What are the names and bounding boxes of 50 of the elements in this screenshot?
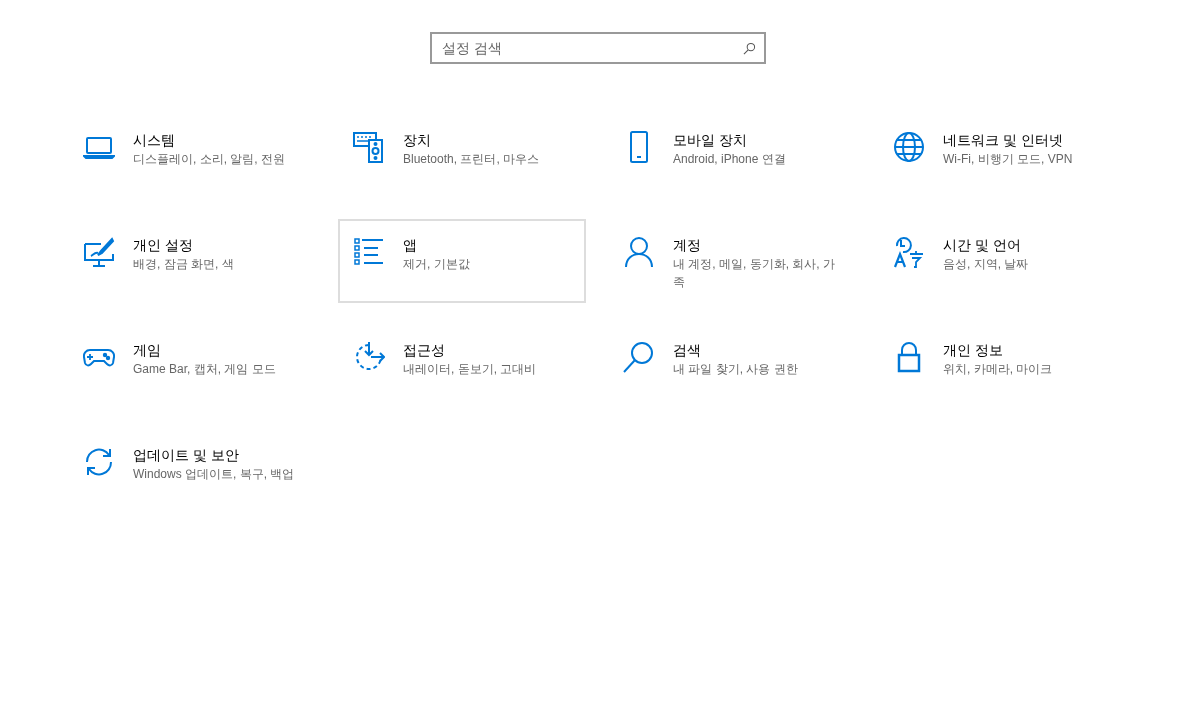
category-title: 검색 bbox=[673, 341, 701, 360]
search-icon bbox=[623, 341, 655, 373]
category-description: 내레이터, 돋보기, 고대비 bbox=[403, 361, 537, 378]
category-title: 앱 bbox=[403, 236, 417, 255]
category-description: 제거, 기본값 bbox=[403, 256, 470, 273]
category-tile[interactable]: 앱 제거, 기본값 bbox=[338, 219, 586, 303]
category-description: Windows 업데이트, 복구, 백업 bbox=[133, 466, 295, 483]
category-tile[interactable]: 업데이트 및 보안 Windows 업데이트, 복구, 백업 bbox=[68, 429, 316, 513]
category-description: 내 계정, 메일, 동기화, 회사, 가족 bbox=[673, 256, 836, 291]
category-title: 접근성 bbox=[403, 341, 445, 360]
category-title: 장치 bbox=[403, 131, 431, 150]
category-tile[interactable]: 시스템 디스플레이, 소리, 알림, 전원 bbox=[68, 114, 316, 198]
dashed-circle-arrow-icon bbox=[353, 341, 385, 373]
category-description: Game Bar, 캡처, 게임 모드 bbox=[133, 361, 276, 378]
category-description: 배경, 잠금 화면, 색 bbox=[133, 256, 234, 273]
category-title: 업데이트 및 보안 bbox=[133, 446, 239, 465]
person-icon bbox=[623, 236, 655, 268]
search-icon bbox=[743, 42, 756, 55]
category-description: Android, iPhone 연결 bbox=[673, 151, 786, 168]
category-tile[interactable]: 계정 내 계정, 메일, 동기화, 회사, 가족 bbox=[608, 219, 856, 303]
category-description: 위치, 카메라, 마이크 bbox=[943, 361, 1053, 378]
category-description: Wi-Fi, 비행기 모드, VPN bbox=[943, 151, 1073, 168]
category-title: 개인 설정 bbox=[133, 236, 193, 255]
category-title: 모바일 장치 bbox=[673, 131, 747, 150]
keyboard-speaker-icon bbox=[353, 131, 385, 163]
category-title: 네트워크 및 인터넷 bbox=[943, 131, 1063, 150]
category-description: Bluetooth, 프린터, 마우스 bbox=[403, 151, 540, 168]
category-title: 계정 bbox=[673, 236, 701, 255]
search-field[interactable]: 설정 검색 bbox=[430, 32, 766, 64]
category-tile[interactable]: 네트워크 및 인터넷 Wi-Fi, 비행기 모드, VPN bbox=[878, 114, 1126, 198]
clock-letter-icon bbox=[893, 236, 925, 268]
category-tile[interactable]: 접근성 내레이터, 돋보기, 고대비 bbox=[338, 324, 586, 408]
monitor-pen-icon bbox=[83, 236, 115, 268]
category-title: 게임 bbox=[133, 341, 161, 360]
category-title: 시간 및 언어 bbox=[943, 236, 1021, 255]
category-description: 내 파일 찾기, 사용 권한 bbox=[673, 361, 798, 378]
category-tile[interactable]: 게임 Game Bar, 캡처, 게임 모드 bbox=[68, 324, 316, 408]
category-tile[interactable]: 장치 Bluetooth, 프린터, 마우스 bbox=[338, 114, 586, 198]
category-title: 개인 정보 bbox=[943, 341, 1003, 360]
globe-icon bbox=[893, 131, 925, 163]
list-icon bbox=[353, 236, 385, 268]
sync-icon bbox=[83, 446, 115, 478]
category-tile[interactable]: 모바일 장치 Android, iPhone 연결 bbox=[608, 114, 856, 198]
category-tile[interactable]: 검색 내 파일 찾기, 사용 권한 bbox=[608, 324, 856, 408]
category-tile[interactable]: 개인 설정 배경, 잠금 화면, 색 bbox=[68, 219, 316, 303]
category-description: 음성, 지역, 날짜 bbox=[943, 256, 1029, 273]
category-tile[interactable]: 개인 정보 위치, 카메라, 마이크 bbox=[878, 324, 1126, 408]
category-description: 디스플레이, 소리, 알림, 전원 bbox=[133, 151, 285, 168]
category-tile[interactable]: 시간 및 언어 음성, 지역, 날짜 bbox=[878, 219, 1126, 303]
category-title: 시스템 bbox=[133, 131, 175, 150]
